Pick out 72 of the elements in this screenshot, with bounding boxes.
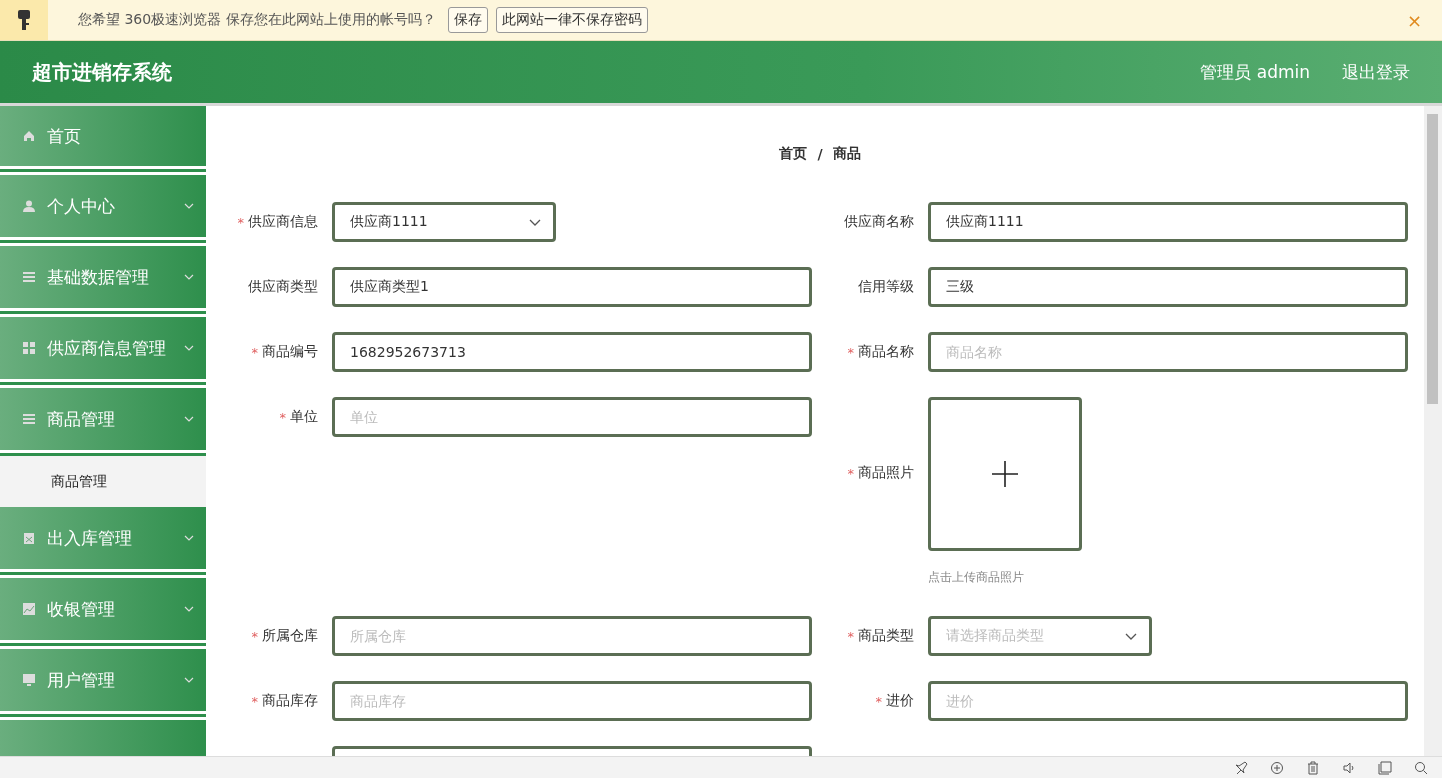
chevron-down-icon [1125,632,1137,640]
input-field[interactable]: 单位 [332,397,812,437]
required-mark: * [237,214,244,230]
field-label: 供应商类型 [248,278,318,296]
input-field[interactable]: 商品名称 [928,332,1408,372]
monitor-icon [23,674,35,686]
required-mark: * [847,628,854,644]
sidebar-item[interactable]: 出入库管理 [0,507,206,572]
speaker-icon [1342,761,1356,775]
sidebar-item[interactable]: 个人中心 [0,175,206,240]
sidebar-item[interactable]: 首页 [0,106,206,169]
password-bar-button[interactable]: 保存 [447,7,488,33]
required-mark: * [847,465,854,481]
field-label: 商品库存 [262,692,318,710]
select-field[interactable]: 供应商1111 [332,202,556,242]
list-icon [23,413,35,425]
input-field[interactable]: 供应商类型1 [332,267,812,307]
field-label: 进价 [886,692,914,710]
sidebar-item[interactable]: 商品管理 [0,388,206,453]
person-icon [23,200,35,212]
sidebar-item[interactable]: 供应商信息管理 [0,317,206,382]
scrollbar[interactable] [1424,106,1442,756]
required-mark: * [251,693,258,709]
clipboard-icon [23,532,35,544]
trash-icon [1306,761,1320,775]
key-icon [17,9,31,31]
field-label: 商品类型 [858,627,914,645]
input-field[interactable]: 所属仓库 [332,616,812,656]
sidebar-item[interactable]: 用户管理 [0,649,206,714]
required-mark: * [251,628,258,644]
field-label: 信用等级 [858,278,914,296]
required-mark: * [279,409,286,425]
sidebar-item[interactable]: 收银管理 [0,578,206,643]
field-label: 商品编号 [262,343,318,361]
field-label: 供应商名称 [844,213,914,231]
input-field[interactable]: 进价 [928,681,1408,721]
breadcrumb-link[interactable]: 首页 [779,145,808,163]
save-password-message: 您希望 360极速浏览器 保存您在此网站上使用的帐号吗？ [78,11,436,29]
required-mark: * [251,344,258,360]
required-mark: * [847,344,854,360]
plus-icon [992,461,1018,487]
field-label: 商品照片 [858,464,914,482]
input-field[interactable]: 供应商1111 [928,202,1408,242]
breadcrumb-separator: / [817,146,823,162]
field-label: 所属仓库 [262,627,318,645]
home-icon [23,130,35,142]
password-bar-button[interactable]: 此网站一律不保存密码 [495,7,648,33]
user-link[interactable]: 管理员 admin [1200,60,1310,84]
upload-box[interactable] [928,397,1082,551]
field-label: 商品名称 [858,343,914,361]
pin-icon [1234,761,1248,775]
chevron-down-icon [529,218,541,226]
list-icon [23,271,35,283]
app-title: 超市进销存系统 [32,58,172,86]
sidebar-subitem[interactable]: 商品管理 [0,456,206,507]
sidebar-item[interactable]: 基础数据管理 [0,246,206,311]
required-mark: * [875,693,882,709]
input-field[interactable]: 三级 [928,267,1408,307]
breadcrumb-link[interactable]: 商品 [832,145,861,163]
field-label: 单位 [290,408,318,426]
field-label: 供应商信息 [248,213,318,231]
scrollbar-thumb[interactable] [1427,114,1438,404]
window-icon [1378,761,1392,775]
upload-hint: 点击上传商品照片 [928,569,1025,586]
input-field[interactable]: 1682952673713 [332,332,812,372]
logout-link[interactable]: 退出登录 [1342,60,1410,84]
close-button[interactable]: × [1402,9,1426,31]
search-icon [1414,761,1428,775]
grid-icon [23,342,35,354]
input-field[interactable]: 商品库存 [332,681,812,721]
select-field[interactable]: 请选择商品类型 [928,616,1152,656]
chart-icon [23,603,35,615]
